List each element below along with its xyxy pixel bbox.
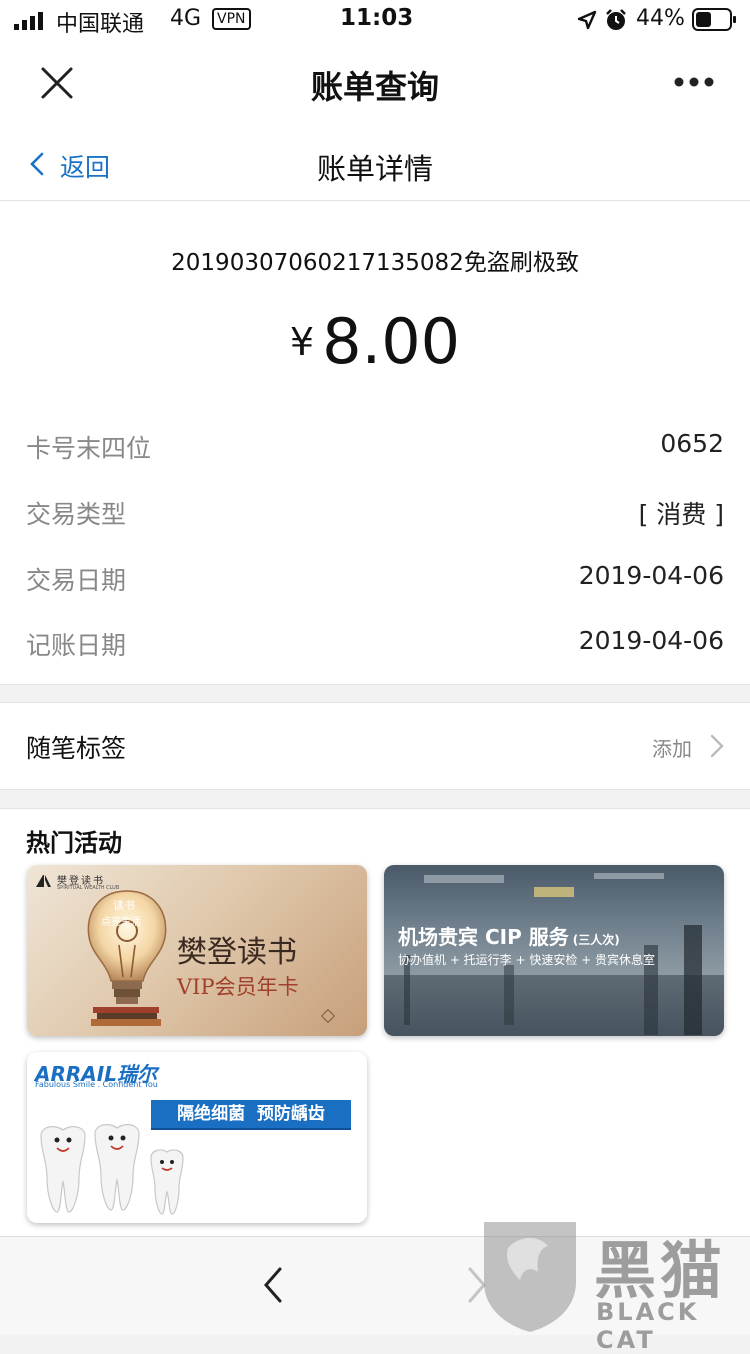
blackcat-shield-icon	[478, 1218, 582, 1338]
banner-fandeng-reading[interactable]: 樊登读书 SPIRITUAL WEALTH CLUB 读书 点亮生活 樊登读书 …	[27, 865, 367, 1036]
amount-value: 8.00	[322, 305, 461, 378]
arrail-tagline: Fabulous Smile . Confident You	[35, 1080, 158, 1089]
navigation-bar: 账单查询	[0, 40, 750, 126]
airport-title-main: 机场贵宾 CIP 服务	[398, 925, 569, 949]
blackcat-subtext: BLACK CAT	[596, 1298, 700, 1354]
status-bar: 中国联通 4G VPN 11:03 44%	[0, 0, 750, 40]
row-value-card-last4: 0652	[660, 429, 724, 458]
blackcat-text: 黑猫	[594, 1234, 727, 1307]
airport-title: 机场贵宾 CIP 服务 (三人次)	[398, 921, 620, 950]
notes-add-action[interactable]: 添加	[652, 733, 692, 762]
fandeng-title: 樊登读书	[177, 935, 297, 970]
fandeng-logo	[35, 873, 53, 887]
battery-percent: 44%	[636, 6, 685, 31]
row-value-posting-date: 2019-04-06	[578, 626, 724, 655]
activities-section: 热门活动 樊登读书 SPIRITUAL WEALTH CLUB 读书 点亮生活 …	[0, 808, 750, 1237]
sub-navigation: 返回 账单详情	[0, 126, 750, 201]
activities-title: 热门活动	[26, 829, 122, 857]
page-title: 账单查询	[310, 68, 439, 106]
tooth-mascots	[33, 1122, 213, 1223]
row-label-card-last4: 卡号末四位	[26, 434, 152, 463]
more-icon[interactable]	[672, 74, 716, 88]
battery-icon	[692, 8, 738, 38]
clock: 11:03	[340, 5, 414, 31]
notes-tag-row[interactable]: 随笔标签 添加	[0, 702, 750, 790]
row-label-transaction-type: 交易类型	[26, 500, 127, 529]
airport-title-suffix: (三人次)	[572, 933, 620, 947]
browser-back-icon[interactable]	[262, 1267, 284, 1307]
bulb-text-life: 点亮生活	[101, 917, 141, 928]
network-label: 4G	[170, 6, 202, 31]
location-icon	[577, 10, 597, 36]
chevron-right-icon	[710, 734, 724, 762]
merchant-name: 20190307060217135082免盗刷极致	[171, 250, 579, 276]
sub-title: 账单详情	[316, 152, 433, 186]
fandeng-subtitle: VIP会员年卡	[177, 975, 299, 999]
row-label-posting-date: 记账日期	[26, 631, 127, 660]
bill-detail-card: 20190307060217135082免盗刷极致 ¥8.00 卡号末四位 06…	[0, 201, 750, 685]
carrier-label: 中国联通	[56, 12, 145, 37]
banner-airport-cip[interactable]: 机场贵宾 CIP 服务 (三人次) 协办值机 + 托运行李 + 快速安检 + 贵宾…	[384, 865, 724, 1036]
amount: ¥8.00	[0, 305, 750, 378]
notes-label: 随笔标签	[26, 734, 127, 763]
diamond-ornament	[320, 1008, 336, 1024]
alarm-icon	[605, 8, 627, 38]
blackcat-watermark: 黑猫 BLACK CAT	[478, 1218, 750, 1354]
vpn-badge: VPN	[212, 8, 251, 30]
currency-symbol: ¥	[289, 319, 315, 364]
row-label-transaction-date: 交易日期	[26, 566, 127, 595]
banner-arrail-dental[interactable]: ARRAIL瑞尔 Fabulous Smile . Confident You …	[27, 1052, 367, 1223]
signal-icon	[14, 11, 46, 30]
bulb-text-reading: 读书	[113, 899, 135, 912]
row-value-transaction-type: [ 消费 ]	[638, 500, 724, 529]
airport-subtitle: 协办值机 + 托运行李 + 快速安检 + 贵宾休息室	[398, 953, 656, 967]
row-value-transaction-date: 2019-04-06	[578, 561, 724, 590]
